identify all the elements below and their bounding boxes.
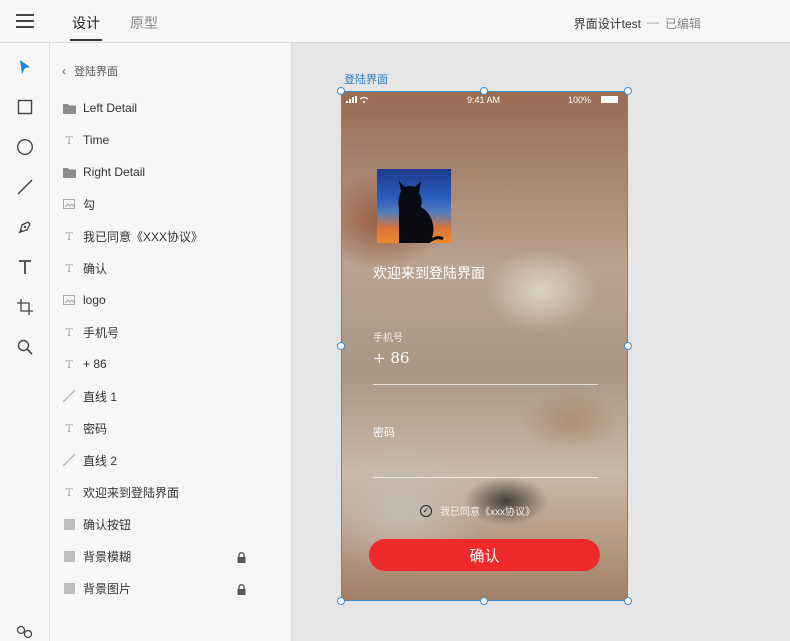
layer-item[interactable]: T 欢迎来到登陆界面 — [50, 476, 292, 508]
lock-icon[interactable] — [237, 550, 246, 563]
layer-label: + 86 — [83, 357, 107, 371]
resize-handle-top-right[interactable] — [624, 87, 632, 95]
layer-label: 背景模糊 — [83, 549, 132, 564]
document-title: 界面设计test — [573, 17, 641, 31]
layer-item[interactable]: Left Detail — [50, 92, 292, 124]
agreement-row[interactable]: ✓ 我已同意《xxx协议》 — [420, 503, 535, 518]
line-layer-icon — [62, 453, 76, 467]
line-icon[interactable] — [12, 174, 38, 200]
folder-icon — [62, 165, 76, 179]
password-label[interactable]: 密码 — [373, 424, 395, 440]
hamburger-icon[interactable] — [16, 14, 34, 28]
layer-label: Time — [83, 133, 110, 147]
checkmark-icon[interactable]: ✓ — [420, 504, 432, 517]
text-layer-icon: T — [65, 325, 73, 339]
layer-label: 手机号 — [83, 325, 120, 340]
battery-percent: 100% — [568, 95, 592, 105]
ellipse-icon[interactable] — [12, 134, 38, 160]
resize-handle-left[interactable] — [337, 342, 345, 350]
layer-item[interactable]: 直线 1 — [50, 380, 292, 412]
edit-status: 已编辑 — [664, 17, 701, 31]
layer-item[interactable]: T 手机号 — [50, 316, 292, 348]
resize-handle-bottom[interactable] — [480, 597, 488, 605]
layer-item[interactable]: 确认按钮 — [50, 508, 292, 540]
layer-item[interactable]: 勾 — [50, 188, 292, 220]
layer-label: 我已同意《XXX协议》 — [83, 229, 204, 244]
resize-handle-top[interactable] — [480, 87, 488, 95]
layer-item[interactable]: T Time — [50, 124, 292, 156]
phone-underline[interactable] — [373, 384, 598, 385]
pen-icon[interactable] — [12, 214, 38, 240]
text-icon[interactable] — [12, 254, 38, 280]
chevron-left-icon: ‹ — [62, 64, 66, 78]
text-layer-icon: T — [65, 229, 73, 243]
text-layer-icon: T — [65, 133, 73, 147]
layer-item[interactable]: Right Detail — [50, 156, 292, 188]
artboard-login[interactable]: 9:41 AM 100% 欢迎来到登陆界面 手机号 + 86 密码 ✓ 我已同意… — [341, 91, 628, 601]
layer-item[interactable]: 直线 2 — [50, 444, 292, 476]
line-layer-icon — [62, 389, 76, 403]
layer-item[interactable]: T 密码 — [50, 412, 292, 444]
text-layer-icon: T — [65, 357, 73, 371]
resize-handle-bottom-right[interactable] — [624, 597, 632, 605]
layer-item[interactable]: T 我已同意《XXX协议》 — [50, 220, 292, 252]
logo-image[interactable] — [377, 169, 451, 245]
layer-label: 确认按钮 — [83, 517, 132, 532]
layer-item[interactable]: T 确认 — [50, 252, 292, 284]
battery-icon — [601, 96, 618, 103]
layer-label: 欢迎来到登陆界面 — [83, 485, 180, 500]
layer-label: 密码 — [83, 421, 108, 436]
layers-back-button[interactable]: ‹ 登陆界面 — [62, 63, 118, 79]
cat-silhouette-icon — [398, 181, 444, 245]
layer-label: 勾 — [83, 197, 96, 212]
layer-label: 直线 2 — [83, 453, 118, 468]
layer-item[interactable]: logo — [50, 284, 292, 316]
layers-panel: ‹ 登陆界面 Left Detail T Time Right Detail 勾 T 我已同… — [50, 43, 292, 641]
resize-handle-right[interactable] — [624, 342, 632, 350]
zoom-icon[interactable] — [12, 334, 38, 360]
rectangle-layer-icon — [62, 517, 76, 531]
text-layer-icon: T — [65, 421, 73, 435]
rectangle-icon[interactable] — [12, 94, 38, 120]
folder-icon — [62, 101, 76, 115]
layer-item[interactable]: T + 86 — [50, 348, 292, 380]
top-bar: 设计 原型 界面设计test — 已编辑 — [0, 0, 790, 43]
text-layer-icon: T — [65, 485, 73, 499]
phone-prefix[interactable]: + 86 — [373, 349, 409, 367]
layer-label: 确认 — [83, 261, 108, 276]
layer-label: Right Detail — [83, 165, 146, 179]
layer-item[interactable]: 背景图片 — [50, 572, 292, 604]
status-time: 9:41 AM — [467, 95, 501, 105]
select-arrow-icon[interactable] — [12, 54, 38, 80]
title-separator: — — [647, 15, 659, 29]
resize-handle-top-left[interactable] — [337, 87, 345, 95]
phone-label[interactable]: 手机号 — [373, 329, 403, 344]
tab-design[interactable]: 设计 — [70, 13, 102, 41]
confirm-button[interactable]: 确认 — [369, 539, 600, 571]
artboard-icon[interactable] — [12, 294, 38, 320]
rectangle-layer-icon — [62, 581, 76, 595]
tool-rail — [0, 43, 50, 641]
lock-icon[interactable] — [237, 582, 246, 595]
layer-label: 直线 1 — [83, 389, 118, 404]
signal-wifi-icon — [346, 96, 369, 103]
components-icon[interactable] — [12, 619, 38, 641]
rectangle-layer-icon — [62, 549, 76, 563]
layer-item[interactable]: 背景模糊 — [50, 540, 292, 572]
agreement-text[interactable]: 我已同意《xxx协议》 — [440, 503, 535, 518]
layer-label: logo — [83, 293, 106, 307]
image-icon — [62, 197, 76, 211]
welcome-text[interactable]: 欢迎来到登陆界面 — [373, 263, 485, 283]
layer-label: Left Detail — [83, 101, 138, 115]
layer-label: 背景图片 — [83, 581, 132, 596]
text-layer-icon: T — [65, 261, 73, 275]
password-underline[interactable] — [373, 477, 598, 478]
layers-back-label: 登陆界面 — [74, 66, 118, 78]
tab-prototype[interactable]: 原型 — [130, 13, 158, 33]
resize-handle-bottom-left[interactable] — [337, 597, 345, 605]
image-icon — [62, 293, 76, 307]
artboard-label[interactable]: 登陆界面 — [344, 71, 388, 87]
